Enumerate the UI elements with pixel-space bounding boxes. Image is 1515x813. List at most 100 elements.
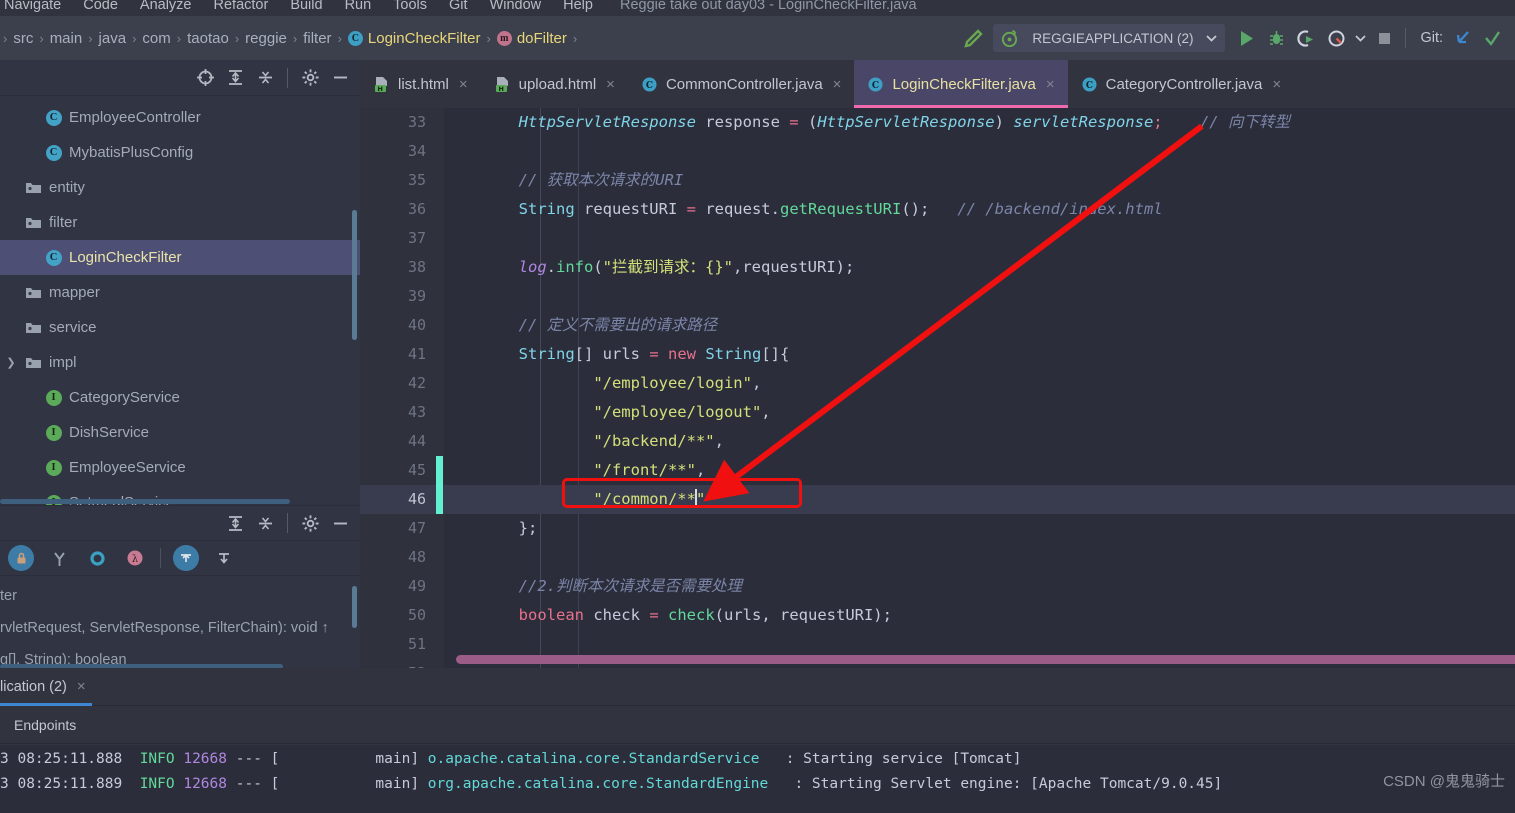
- profiler-dropdown-chevron-down-icon[interactable]: [1351, 23, 1369, 53]
- gutter-row[interactable]: 38: [360, 253, 444, 282]
- code-line[interactable]: };: [444, 514, 1515, 543]
- select-opened-file-icon[interactable]: [191, 64, 219, 92]
- collapse-all-icon[interactable]: [251, 509, 279, 537]
- hammer-icon[interactable]: [957, 23, 987, 53]
- code-line[interactable]: String[] urls = new String[]{: [444, 340, 1515, 369]
- gutter-row[interactable]: 41: [360, 340, 444, 369]
- code-editor[interactable]: 33 34 35 36 37 38 39 40 41 42 43 44 45 46 47 48 49 50 51 52…: [360, 108, 1515, 668]
- vcs-change-marker[interactable]: [436, 485, 443, 514]
- tree-item-logincheckfilter[interactable]: C LoginCheckFilter: [0, 240, 360, 275]
- tree-item-service[interactable]: service: [0, 310, 360, 345]
- settings-gear-icon[interactable]: [296, 64, 324, 92]
- menu-item-analyze[interactable]: Analyze: [140, 0, 192, 13]
- tree-item-filter[interactable]: filter: [0, 205, 360, 240]
- collapse-all-icon[interactable]: [251, 64, 279, 92]
- close-icon[interactable]: ×: [606, 76, 615, 93]
- console-sub-tab-endpoints[interactable]: Endpoints: [0, 706, 1515, 744]
- project-vertical-scrollbar[interactable]: [352, 210, 357, 340]
- stop-icon[interactable]: [1369, 23, 1399, 53]
- tree-item-categoryservice[interactable]: I CategoryService: [0, 380, 360, 415]
- editor-code-area[interactable]: HttpServletResponse response = (HttpServ…: [444, 108, 1515, 668]
- code-line[interactable]: log.info("拦截到请求：{}",requestURI);: [444, 253, 1515, 282]
- code-line[interactable]: [444, 224, 1515, 253]
- breadcrumb-item-reggie[interactable]: reggie: [240, 30, 292, 47]
- code-line[interactable]: "/common/**": [444, 485, 1515, 514]
- code-line[interactable]: boolean check = check(urls, requestURI);: [444, 601, 1515, 630]
- list-item[interactable]: rvletRequest, ServletResponse, FilterCha…: [0, 612, 360, 644]
- expand-all-icon[interactable]: [221, 64, 249, 92]
- menu-item-navigate[interactable]: Navigate: [4, 0, 61, 13]
- breadcrumb-item-main[interactable]: main: [45, 30, 88, 47]
- run-configuration-selector[interactable]: REGGIEAPPLICATION (2): [993, 24, 1226, 52]
- run-icon[interactable]: [1231, 23, 1261, 53]
- menu-item-window[interactable]: Window: [490, 0, 542, 13]
- menu-bar[interactable]: Navigate Code Analyze Refactor Build Run…: [0, 0, 593, 16]
- breadcrumb-item-class[interactable]: C LoginCheckFilter: [343, 30, 486, 47]
- code-line[interactable]: "/employee/login",: [444, 369, 1515, 398]
- gutter-row[interactable]: 50: [360, 601, 444, 630]
- tree-item-dishservice[interactable]: I DishService: [0, 415, 360, 450]
- gutter-row[interactable]: 45: [360, 456, 444, 485]
- tree-item-mapper[interactable]: mapper: [0, 275, 360, 310]
- code-line[interactable]: "/backend/**",: [444, 427, 1515, 456]
- editor-tab-commoncontroller-java[interactable]: C CommonController.java ×: [628, 60, 855, 108]
- close-icon[interactable]: ×: [1046, 76, 1055, 93]
- gutter-row[interactable]: 35: [360, 166, 444, 195]
- gutter-row[interactable]: 51: [360, 630, 444, 659]
- gutter-row[interactable]: 40: [360, 311, 444, 340]
- list-item[interactable]: ter: [0, 580, 360, 612]
- gutter-row[interactable]: 37: [360, 224, 444, 253]
- editor-tab-list-html[interactable]: Hlist.html ×: [360, 60, 481, 108]
- code-line[interactable]: String requestURI = request.getRequestUR…: [444, 195, 1515, 224]
- console-output[interactable]: 3 08:25:11.888 INFO 12668 --- [ main] o.…: [0, 745, 1515, 813]
- chevron-right-icon[interactable]: ❯: [4, 356, 18, 369]
- show-inherited-icon[interactable]: [46, 545, 72, 571]
- breadcrumb-item-src[interactable]: src: [8, 30, 38, 47]
- run-with-coverage-icon[interactable]: [1291, 23, 1321, 53]
- gutter-row[interactable]: 33: [360, 108, 444, 137]
- tree-item-mybatisplusconfig[interactable]: C MybatisPlusConfig: [0, 135, 360, 170]
- tree-item-entity[interactable]: entity: [0, 170, 360, 205]
- structure-list[interactable]: ter rvletRequest, ServletResponse, Filte…: [0, 576, 360, 676]
- code-line[interactable]: [444, 137, 1515, 166]
- menu-item-help[interactable]: Help: [563, 0, 593, 13]
- editor-gutter[interactable]: 33 34 35 36 37 38 39 40 41 42 43 44 45 46 47 48 49 50 51 52: [360, 108, 444, 668]
- menu-item-git[interactable]: Git: [449, 0, 468, 13]
- code-line[interactable]: [444, 282, 1515, 311]
- tree-item-employeeservice[interactable]: I EmployeeService: [0, 450, 360, 485]
- breadcrumb-item-method[interactable]: m doFilter: [492, 30, 572, 47]
- gutter-row[interactable]: 46: [360, 485, 444, 514]
- editor-tab-logincheckfilter-java[interactable]: C LoginCheckFilter.java ×: [854, 60, 1068, 108]
- sort-alphabetically-icon[interactable]: [211, 545, 237, 571]
- gutter-row[interactable]: 36: [360, 195, 444, 224]
- menu-item-code[interactable]: Code: [83, 0, 118, 13]
- gutter-row[interactable]: 39: [360, 282, 444, 311]
- console-tab-application[interactable]: lication (2) ×: [0, 668, 98, 706]
- editor-tab-upload-html[interactable]: Hupload.html ×: [481, 60, 628, 108]
- gutter-row[interactable]: 34: [360, 137, 444, 166]
- tree-item-impl[interactable]: ❯ impl: [0, 345, 360, 380]
- code-line[interactable]: HttpServletResponse response = (HttpServ…: [444, 108, 1515, 137]
- close-icon[interactable]: ×: [77, 678, 86, 695]
- code-line[interactable]: [444, 543, 1515, 572]
- gutter-row[interactable]: 42: [360, 369, 444, 398]
- code-line[interactable]: "/employee/logout",: [444, 398, 1515, 427]
- hide-panel-icon[interactable]: [326, 509, 354, 537]
- breadcrumb[interactable]: › src › main › java › com › taotao › reg…: [0, 16, 578, 60]
- close-icon[interactable]: ×: [459, 76, 468, 93]
- git-commit-icon[interactable]: [1477, 23, 1507, 53]
- project-tree[interactable]: C EmployeeController C MybatisPlusConfig ent…: [0, 96, 360, 520]
- editor-horizontal-scrollbar[interactable]: [456, 655, 1515, 664]
- editor-tab-bar[interactable]: Hlist.html × Hupload.html × C CommonControlle…: [360, 60, 1515, 108]
- hide-panel-icon[interactable]: [326, 64, 354, 92]
- breadcrumb-item-com[interactable]: com: [137, 30, 175, 47]
- gutter-row[interactable]: 44: [360, 427, 444, 456]
- debug-icon[interactable]: [1261, 23, 1291, 53]
- git-update-project-icon[interactable]: [1447, 23, 1477, 53]
- code-line[interactable]: // 定义不需要出的请求路径: [444, 311, 1515, 340]
- breadcrumb-item-taotao[interactable]: taotao: [182, 30, 234, 47]
- console-tab-bar[interactable]: lication (2) ×: [0, 668, 1515, 706]
- breadcrumb-item-java[interactable]: java: [94, 30, 132, 47]
- menu-item-tools[interactable]: Tools: [393, 0, 427, 13]
- profiler-icon[interactable]: [1321, 23, 1351, 53]
